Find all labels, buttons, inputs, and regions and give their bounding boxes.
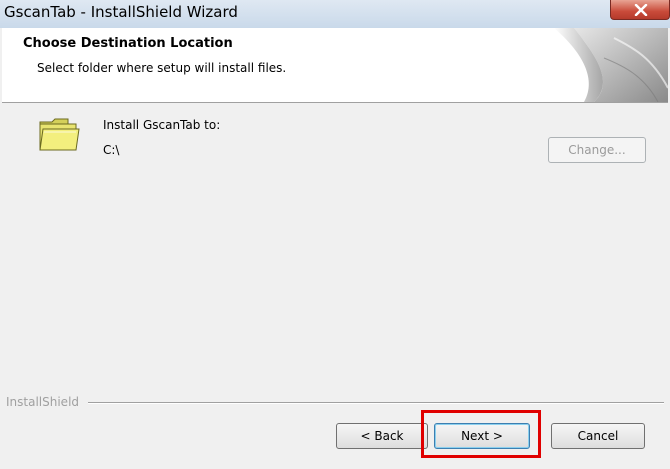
install-location-label: Install GscanTab to:	[103, 118, 221, 132]
install-path-value: C:\	[103, 143, 120, 157]
header-subtitle: Select folder where setup will install f…	[37, 61, 287, 75]
folder-icon	[39, 118, 80, 151]
cancel-button[interactable]: Cancel	[551, 423, 645, 449]
footer-divider	[88, 402, 664, 404]
next-button-highlight	[421, 410, 541, 458]
page-curl-graphic	[554, 28, 668, 102]
close-button[interactable]	[610, 0, 670, 20]
wizard-header: Choose Destination Location Select folde…	[2, 28, 668, 103]
title-bar[interactable]: GscanTab - InstallShield Wizard	[0, 0, 670, 28]
change-button[interactable]: Change...	[548, 137, 646, 163]
window-title: GscanTab - InstallShield Wizard	[4, 3, 238, 21]
close-icon	[634, 4, 648, 16]
back-button[interactable]: < Back	[336, 423, 428, 449]
installer-window: GscanTab - InstallShield Wizard Choose D…	[0, 0, 670, 469]
header-title: Choose Destination Location	[23, 36, 233, 51]
installshield-brand: InstallShield	[6, 395, 80, 409]
